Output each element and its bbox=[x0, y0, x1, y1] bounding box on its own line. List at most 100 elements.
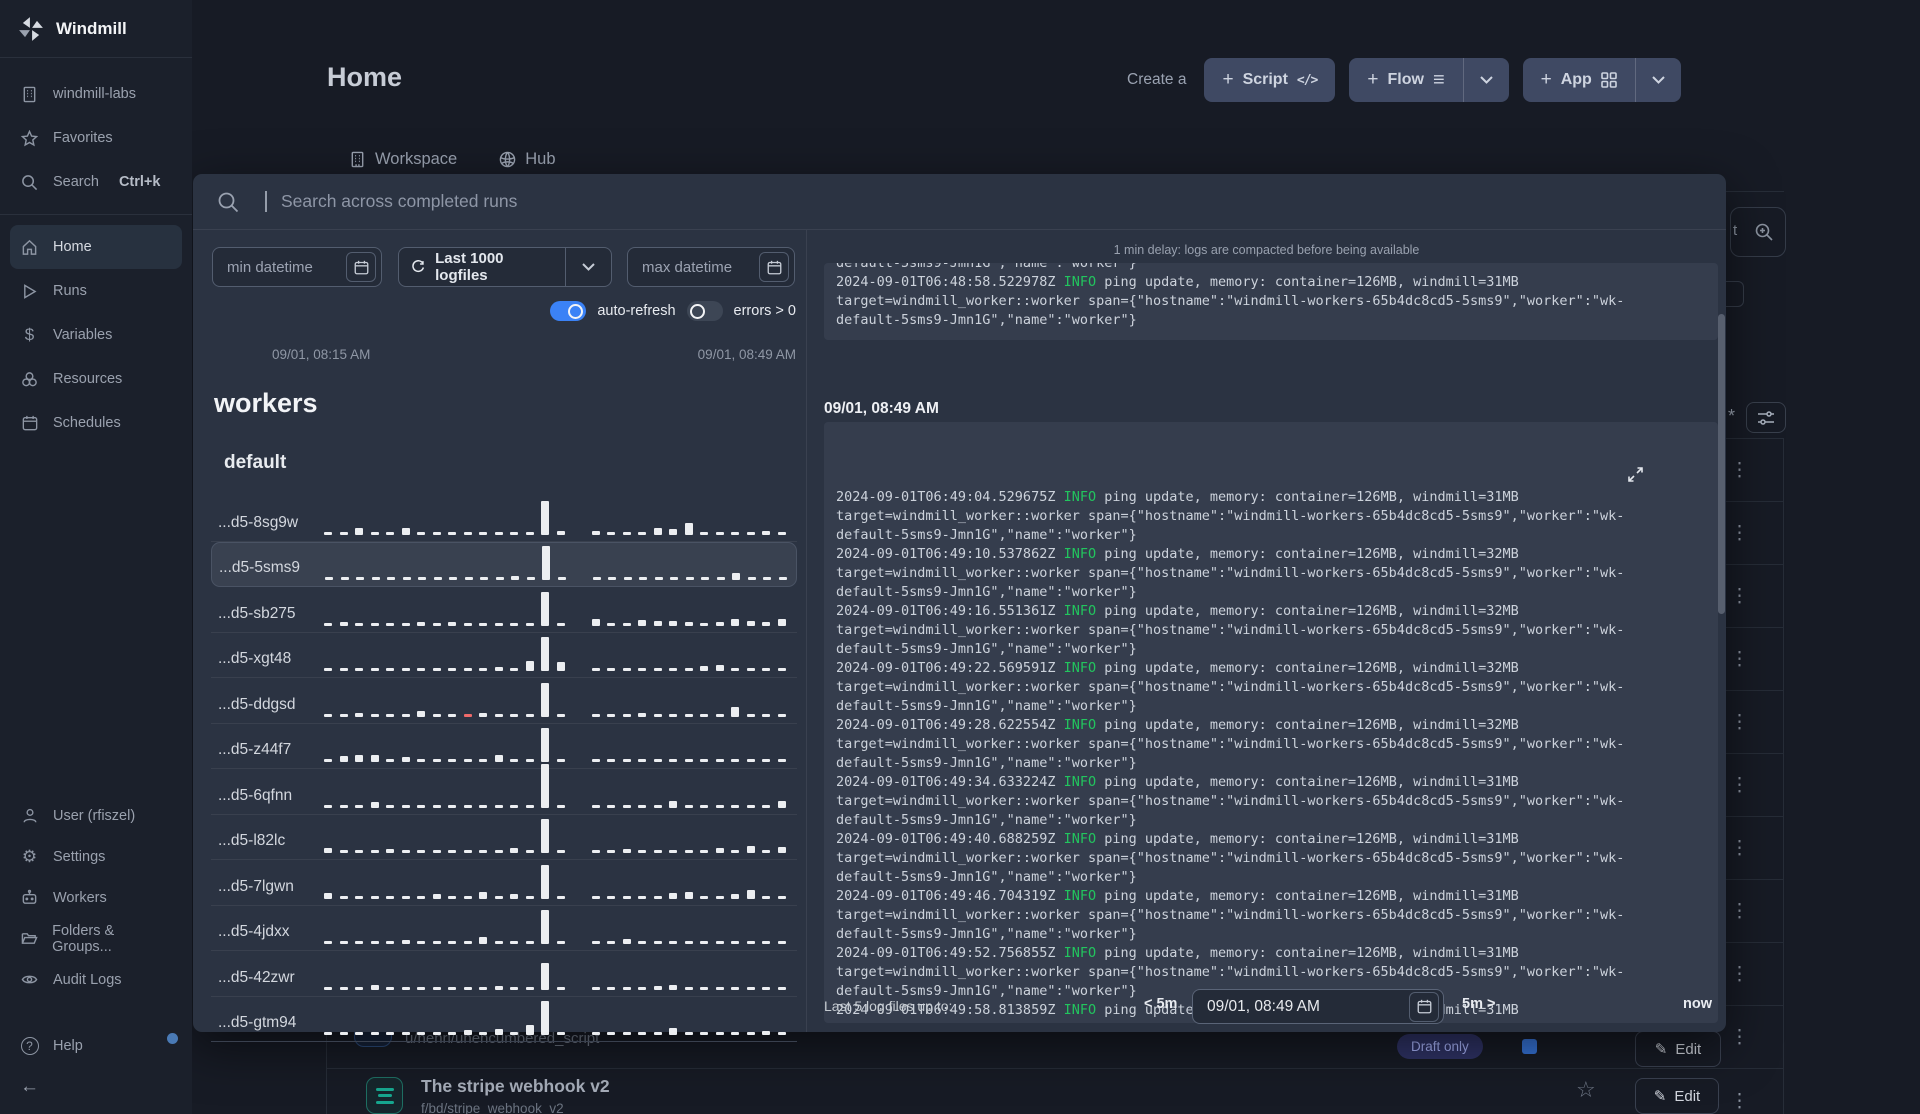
worker-activity-sparkline bbox=[324, 762, 795, 808]
worker-row[interactable]: ...d5-gtm94 bbox=[211, 997, 797, 1042]
kebab-menu-icon[interactable]: ⋮ bbox=[1730, 1027, 1749, 1047]
globe-icon bbox=[499, 151, 516, 168]
back-5m-button[interactable]: < 5m bbox=[1144, 996, 1177, 1012]
logfiles-upto-label: Last 5 log files up to: bbox=[824, 998, 953, 1014]
home-label: Home bbox=[53, 239, 92, 255]
sidebar-item-resources[interactable]: Resources bbox=[0, 357, 192, 401]
worker-activity-sparkline bbox=[324, 853, 795, 899]
edit-button[interactable]: ✎ Edit bbox=[1635, 1031, 1721, 1067]
star-icon bbox=[20, 129, 39, 147]
create-script-button[interactable]: + Script </> bbox=[1204, 58, 1336, 102]
kebab-menu-icon[interactable]: ⋮ bbox=[1730, 775, 1749, 795]
pencil-icon: ✎ bbox=[1653, 1088, 1667, 1105]
arrow-left-icon: ← bbox=[20, 1076, 39, 1097]
worker-group-heading: default bbox=[224, 452, 287, 473]
errors-toggle[interactable] bbox=[686, 301, 723, 321]
max-datetime-label: max datetime bbox=[642, 258, 733, 276]
flow-icon bbox=[366, 1077, 403, 1114]
worker-id: ...d5-8sg9w bbox=[218, 513, 299, 531]
sidebar-item-audit-logs[interactable]: Audit Logs bbox=[0, 959, 192, 1000]
kebab-menu-icon[interactable]: ⋮ bbox=[1730, 460, 1749, 480]
edit-button[interactable]: ✎ Edit bbox=[1635, 1078, 1719, 1114]
log-block-previous: default-5sms9-Jmn1G","name":"worker"} 202… bbox=[824, 263, 1718, 340]
item-title: The stripe webhook v2 bbox=[421, 1076, 610, 1096]
create-flow-button[interactable]: + Flow ≡ bbox=[1349, 58, 1463, 102]
calendar-icon[interactable] bbox=[1409, 991, 1439, 1022]
worker-activity-sparkline bbox=[324, 489, 795, 535]
list-item-flow[interactable]: The stripe webhook v2 f/bd/stripe_webhoo… bbox=[327, 1069, 1783, 1114]
worker-id: ...d5-5sms9 bbox=[219, 559, 300, 576]
logfiles-dropdown[interactable]: Last 1000 logfiles bbox=[398, 247, 612, 287]
tab-workspace[interactable]: Workspace bbox=[349, 150, 457, 169]
kebab-menu-icon[interactable]: ⋮ bbox=[1730, 838, 1749, 858]
delay-note: 1 min delay: logs are compacted before b… bbox=[1113, 243, 1420, 257]
search-placeholder: Search across completed runs bbox=[281, 191, 518, 211]
kebab-menu-icon[interactable]: ⋮ bbox=[1730, 523, 1749, 543]
worker-activity-sparkline bbox=[324, 716, 795, 762]
sidebar-item-workspace[interactable]: windmill-labs bbox=[0, 72, 192, 116]
favorite-star-icon[interactable]: ☆ bbox=[1576, 1078, 1596, 1103]
logfile-datetime-input[interactable]: 09/01, 08:49 AM bbox=[1192, 989, 1444, 1024]
sidebar-item-variables[interactable]: $ Variables bbox=[0, 313, 192, 357]
sidebar-item-home[interactable]: Home bbox=[10, 225, 182, 269]
brand[interactable]: Windmill bbox=[0, 0, 192, 58]
sidebar-item-runs[interactable]: Runs bbox=[0, 269, 192, 313]
audit-logs-label: Audit Logs bbox=[53, 971, 122, 988]
sidebar-item-folders-groups[interactable]: Folders & Groups... bbox=[0, 918, 192, 959]
auto-refresh-toggle[interactable] bbox=[550, 301, 587, 321]
min-datetime-input[interactable]: min datetime bbox=[212, 247, 382, 287]
workers-panel: min datetime Last 1000 logfiles max date… bbox=[193, 230, 806, 1042]
log-panel: 1 min delay: logs are compacted before b… bbox=[806, 230, 1726, 1032]
collapse-sidebar-button[interactable]: ← bbox=[0, 1068, 192, 1106]
sidebar-item-settings[interactable]: ⚙ Settings bbox=[0, 836, 192, 877]
sidebar-item-help[interactable]: ? Help bbox=[0, 1024, 192, 1068]
worker-activity-sparkline bbox=[324, 989, 795, 1035]
filter-settings-button[interactable] bbox=[1746, 402, 1786, 433]
brand-name: Windmill bbox=[56, 18, 127, 38]
kebab-menu-icon[interactable]: ⋮ bbox=[1730, 586, 1749, 606]
chevron-down-icon[interactable] bbox=[565, 248, 611, 286]
building-icon bbox=[351, 151, 364, 168]
expand-icon[interactable] bbox=[1627, 429, 1709, 520]
worker-activity-sparkline bbox=[324, 671, 795, 717]
sidebar-item-search[interactable]: Search Ctrl+k bbox=[0, 160, 192, 204]
min-datetime-label: min datetime bbox=[227, 258, 313, 276]
search-icon bbox=[218, 192, 239, 212]
create-app-button[interactable]: + App bbox=[1522, 58, 1635, 102]
kebab-menu-icon[interactable]: ⋮ bbox=[1730, 964, 1749, 984]
tab-hub[interactable]: Hub bbox=[499, 150, 556, 169]
sidebar-item-user[interactable]: User (rfiszel) bbox=[0, 795, 192, 836]
runs-search-bar[interactable]: Search across completed runs bbox=[193, 174, 1726, 230]
kebab-menu-icon[interactable]: ⋮ bbox=[1730, 649, 1749, 669]
dollar-icon: $ bbox=[24, 325, 35, 344]
worker-id: ...d5-42zwr bbox=[218, 968, 295, 986]
worker-id: ...d5-gtm94 bbox=[218, 1014, 297, 1031]
grid-icon bbox=[1601, 72, 1617, 88]
sidebar-item-schedules[interactable]: Schedules bbox=[0, 401, 192, 445]
create-app-label: App bbox=[1560, 71, 1592, 88]
runs-label: Runs bbox=[53, 283, 87, 299]
search-runs-button[interactable]: t bbox=[1730, 207, 1786, 257]
kebab-menu-icon[interactable]: ⋮ bbox=[1730, 901, 1749, 921]
log-block-current: 2024-09-01T06:49:04.529675Z INFO ping up… bbox=[824, 422, 1718, 1023]
calendar-icon[interactable] bbox=[759, 252, 789, 282]
help-icon: ? bbox=[20, 1037, 39, 1055]
create-script-group: + Script </> bbox=[1204, 58, 1336, 102]
workers-label: Workers bbox=[53, 889, 107, 906]
now-button[interactable]: now bbox=[1683, 996, 1712, 1012]
worker-id: ...d5-z44f7 bbox=[218, 741, 292, 758]
create-app-dropdown-button[interactable] bbox=[1634, 58, 1681, 102]
create-flow-dropdown-button[interactable] bbox=[1462, 58, 1509, 102]
forward-5m-button[interactable]: 5m > bbox=[1462, 996, 1495, 1012]
kebab-menu-icon[interactable]: ⋮ bbox=[1730, 712, 1749, 732]
help-label: Help bbox=[53, 1038, 83, 1054]
calendar-icon[interactable] bbox=[346, 252, 376, 282]
partial-button[interactable] bbox=[1724, 281, 1744, 307]
sidebar-item-workers[interactable]: Workers bbox=[0, 877, 192, 918]
kebab-menu-icon[interactable]: ⋮ bbox=[1730, 1091, 1749, 1110]
max-datetime-input[interactable]: max datetime bbox=[627, 247, 795, 287]
sidebar-item-favorites[interactable]: Favorites bbox=[0, 116, 192, 160]
worker-activity-sparkline bbox=[324, 580, 795, 626]
auto-refresh-label: auto-refresh bbox=[597, 303, 676, 319]
scrollbar-thumb[interactable] bbox=[1718, 314, 1725, 614]
